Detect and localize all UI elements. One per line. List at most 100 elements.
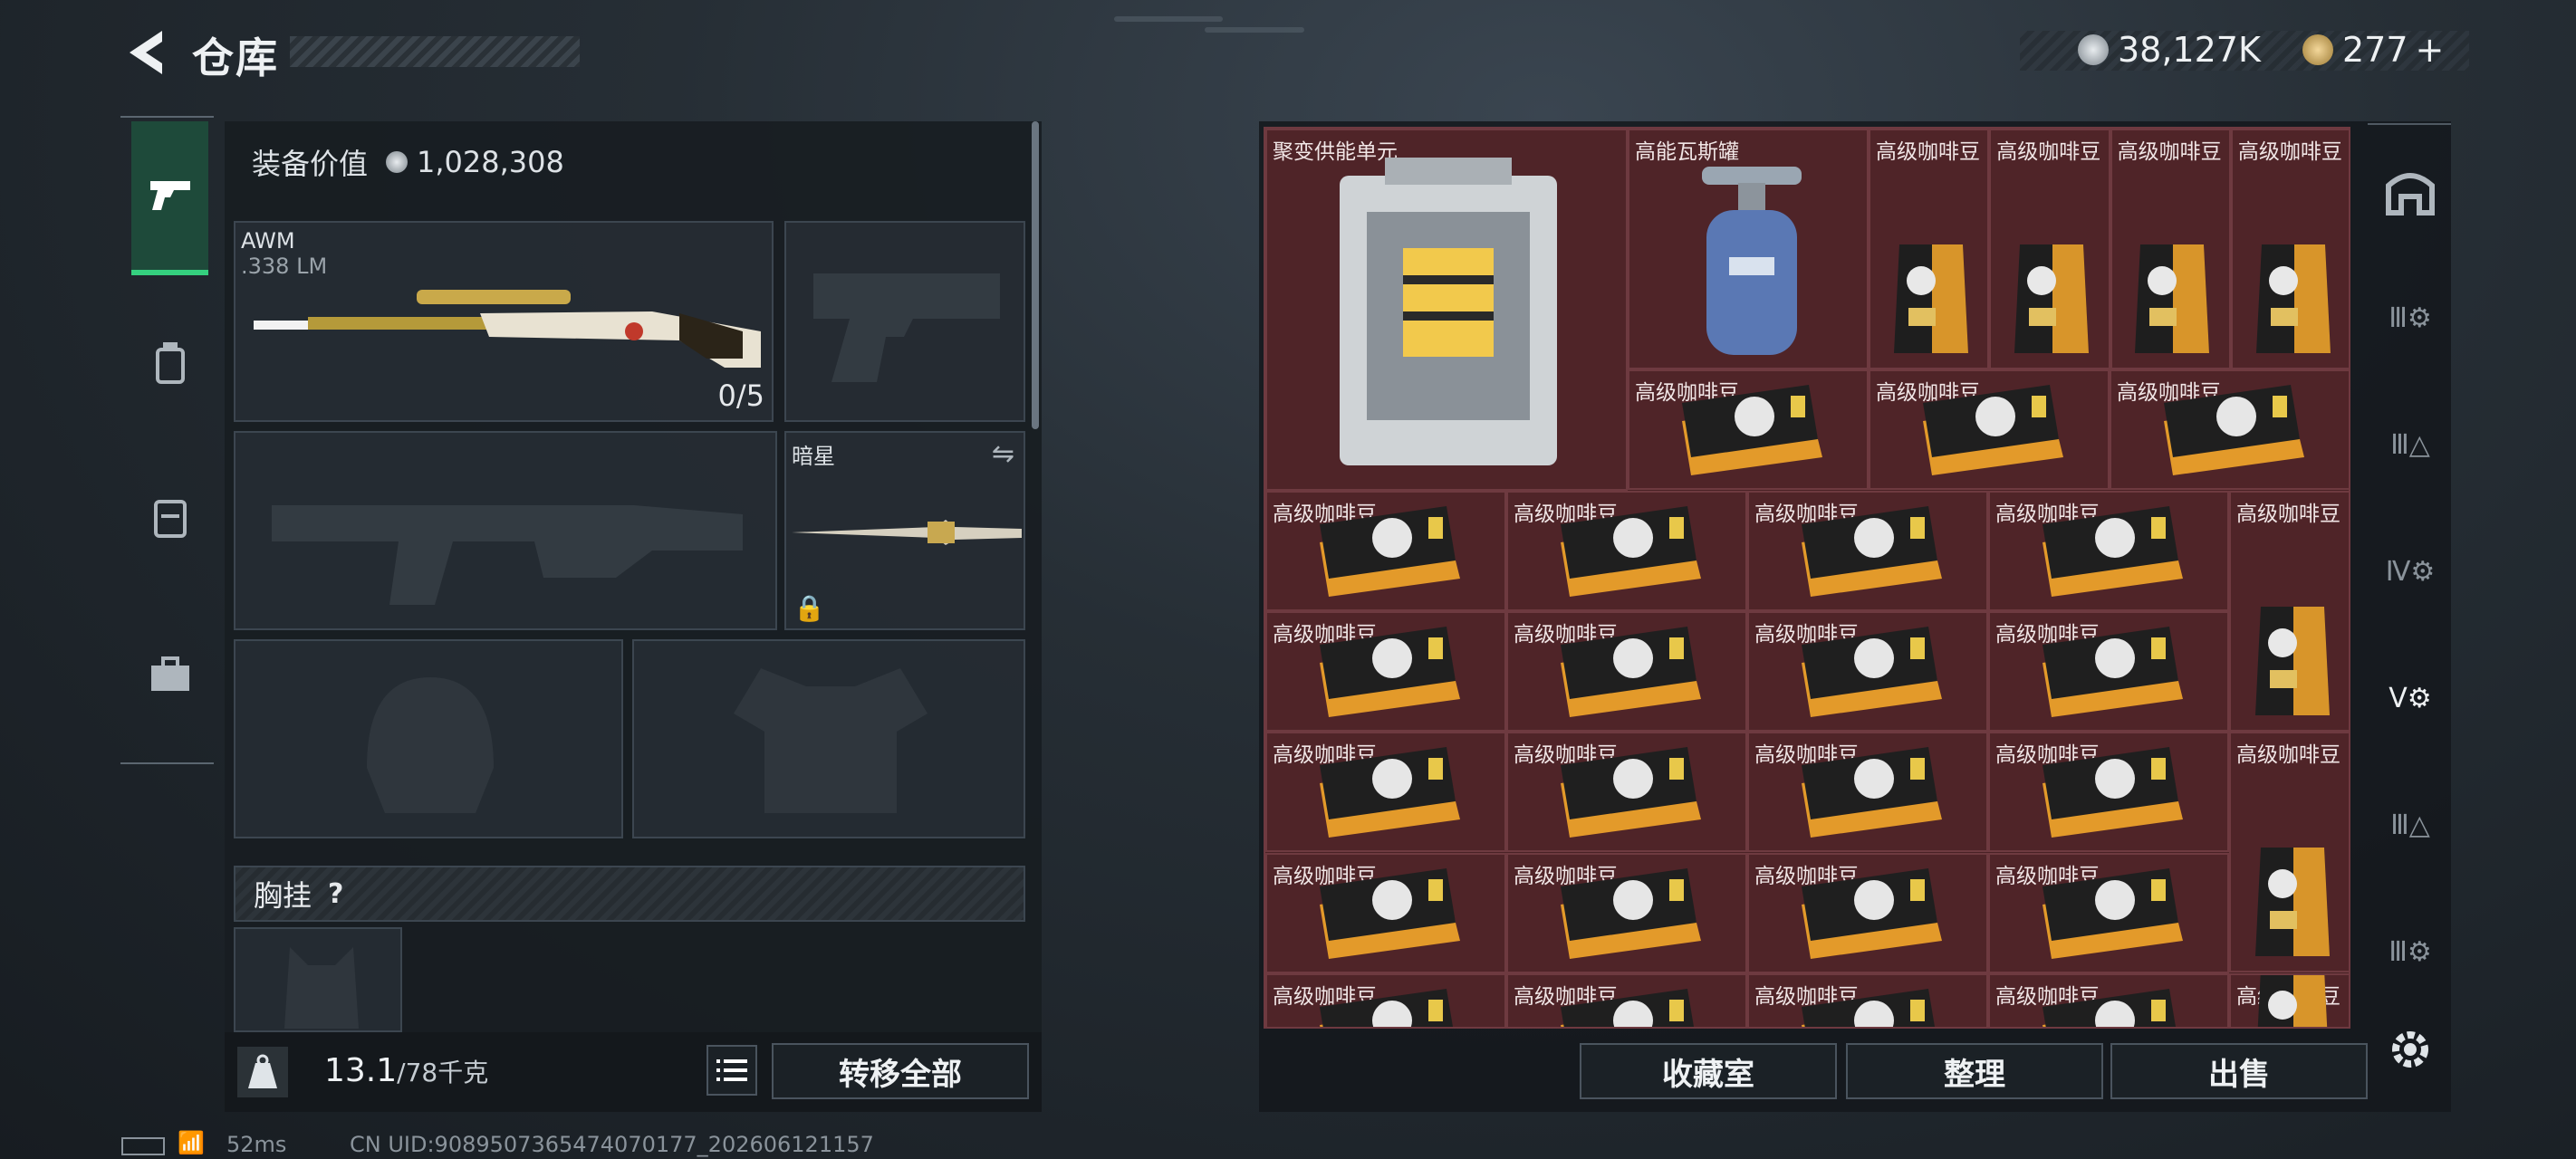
item-coffee-beans[interactable]: 高级咖啡豆: [2110, 369, 2349, 490]
light-streak: [1114, 16, 1223, 22]
add-gold-button[interactable]: +: [2416, 30, 2445, 70]
organize-button[interactable]: 整理: [1846, 1043, 2103, 1099]
coffee-bag-icon: [1890, 235, 1972, 366]
chest-rig-label: 胸挂: [254, 878, 312, 913]
item-coffee-beans[interactable]: 高级咖啡豆: [1869, 129, 1990, 369]
coffee-bag-icon: [2252, 598, 2333, 728]
item-coffee-beans[interactable]: 高级咖啡豆: [2229, 732, 2349, 972]
pistol-silhouette-icon: [813, 273, 1000, 382]
chest-rig-header: 胸挂 ?: [234, 866, 1025, 922]
item-coffee-beans[interactable]: 高级咖啡豆: [1628, 369, 1869, 490]
coffee-bag-icon: [2252, 838, 2333, 969]
gold-coin-icon: [2302, 34, 2333, 65]
item-coffee-beans[interactable]: 高级咖啡豆: [1265, 853, 1506, 973]
item-coffee-beans[interactable]: 高级咖啡豆: [1506, 973, 1747, 1027]
coffee-box-icon: [1793, 506, 1946, 609]
storage-tab-4-icon[interactable]: Ⅳ⚙: [2379, 540, 2442, 603]
coffee-box-icon: [2155, 385, 2309, 488]
coffee-box-icon: [1311, 989, 1465, 1027]
coffee-box-icon: [2033, 747, 2187, 850]
coffee-box-icon: [2033, 868, 2187, 972]
coffee-box-icon: [1793, 868, 1946, 972]
wifi-icon: 📶: [178, 1130, 205, 1155]
item-coffee-beans[interactable]: 高级咖啡豆: [1988, 491, 2229, 611]
item-coffee-beans[interactable]: 高级咖啡豆: [2230, 129, 2349, 369]
melee-slot[interactable]: 暗星 ⇋ 🔒: [784, 431, 1025, 630]
item-coffee-beans[interactable]: 高级咖啡豆: [1747, 732, 1988, 852]
ammo-count: 0/5: [717, 378, 765, 413]
coffee-box-icon: [1914, 385, 2068, 488]
equipment-value: 装备价值 1,028,308: [252, 141, 564, 183]
sell-button[interactable]: 出售: [2110, 1043, 2368, 1099]
item-coffee-beans[interactable]: 高级咖啡豆: [1988, 732, 2229, 852]
coffee-box-icon: [1311, 506, 1465, 609]
tab-gear[interactable]: [131, 286, 208, 440]
item-coffee-beans[interactable]: 高级咖啡豆: [1988, 973, 2229, 1027]
silver-coin-icon: [386, 151, 409, 173]
chest-rig-slot[interactable]: [234, 927, 402, 1032]
storage-tab-3-icon[interactable]: Ⅲ△: [2379, 413, 2442, 476]
item-coffee-beans[interactable]: 高级咖啡豆: [2110, 129, 2231, 369]
weapon-name: AWM: [241, 228, 295, 254]
item-coffee-beans[interactable]: 高级咖啡豆: [1989, 129, 2110, 369]
item-coffee-beans[interactable]: 高级咖啡豆: [1747, 973, 1988, 1027]
item-fusion-unit[interactable]: 聚变供能单元: [1265, 129, 1628, 491]
coffee-box-icon: [1673, 385, 1827, 488]
vest-silhouette-icon: [734, 668, 928, 813]
settings-gear-icon[interactable]: [2379, 1018, 2442, 1081]
storage-tab-1-icon[interactable]: [2379, 159, 2442, 223]
battery-icon: [121, 1137, 165, 1155]
transfer-all-button[interactable]: 转移全部: [772, 1043, 1029, 1099]
list-view-button[interactable]: [706, 1045, 757, 1096]
item-coffee-beans[interactable]: 高级咖啡豆: [1506, 491, 1747, 611]
item-coffee-beans[interactable]: 高级咖啡豆: [1506, 611, 1747, 732]
list-icon: [716, 1059, 747, 1081]
item-coffee-beans[interactable]: 高级咖啡豆: [1265, 973, 1506, 1027]
item-coffee-beans[interactable]: 高级咖啡豆: [1869, 369, 2110, 490]
storage-grid[interactable]: 聚变供能单元 高能瓦斯罐 高级咖啡豆 高级咖啡豆 高级咖啡豆 高级咖啡豆 高级咖啡豆 高级…: [1264, 127, 2350, 1029]
item-coffee-beans[interactable]: 高级咖啡豆: [1506, 853, 1747, 973]
coffee-box-icon: [1552, 868, 1706, 972]
primary-weapon-slot[interactable]: AWM .338 LM 0/5: [234, 221, 774, 422]
collection-room-button[interactable]: 收藏室: [1580, 1043, 1837, 1099]
item-coffee-beans[interactable]: 高级咖啡豆: [1747, 491, 1988, 611]
equipment-value-amount: 1,028,308: [417, 145, 564, 179]
helmet-silhouette-icon: [367, 677, 494, 813]
silver-currency: 38,127K: [2078, 27, 2261, 72]
tab-weapons[interactable]: [131, 121, 208, 275]
coffee-box-icon: [1552, 627, 1706, 730]
item-coffee-beans[interactable]: 高级咖啡豆: [2229, 973, 2349, 1027]
armor-slot[interactable]: [632, 639, 1025, 838]
storage-tab-2-icon[interactable]: Ⅲ⚙: [2379, 286, 2442, 350]
storage-tab-5-icon[interactable]: Ⅴ⚙: [2379, 666, 2442, 730]
helmet-slot[interactable]: [234, 639, 623, 838]
tab-toolbox[interactable]: [131, 598, 208, 752]
coffee-box-icon: [1793, 627, 1946, 730]
item-coffee-beans[interactable]: 高级咖啡豆: [1988, 611, 2229, 732]
item-coffee-beans[interactable]: 高级咖啡豆: [1988, 853, 2229, 973]
item-coffee-beans[interactable]: 高级咖啡豆: [1747, 611, 1988, 732]
storage-tab-7-icon[interactable]: Ⅲ⚙: [2379, 920, 2442, 983]
tab-backpack[interactable]: [131, 440, 208, 594]
equipment-scrollbar[interactable]: [1032, 121, 1039, 429]
item-coffee-beans[interactable]: 高级咖啡豆: [1747, 853, 1988, 973]
gold-amount: 277: [2342, 30, 2408, 70]
back-icon[interactable]: [122, 27, 168, 78]
secondary-weapon-slot[interactable]: [784, 221, 1025, 422]
item-label: 高级咖啡豆: [2237, 140, 2342, 164]
item-coffee-beans[interactable]: 高级咖啡豆: [1265, 732, 1506, 852]
chest-rig-help-button[interactable]: ?: [328, 878, 343, 910]
sniper-rifle-icon: [254, 290, 761, 368]
item-coffee-beans[interactable]: 高级咖啡豆: [1265, 491, 1506, 611]
item-gas-canister[interactable]: 高能瓦斯罐: [1628, 129, 1869, 369]
rifle-silhouette-icon: [272, 505, 743, 605]
rifle-slot[interactable]: [234, 431, 777, 630]
storage-tab-6-icon[interactable]: Ⅲ△: [2379, 793, 2442, 857]
item-coffee-beans[interactable]: 高级咖啡豆: [1265, 611, 1506, 732]
gold-currency[interactable]: 277 +: [2302, 27, 2444, 72]
swap-icon[interactable]: ⇋: [992, 438, 1014, 470]
item-coffee-beans[interactable]: 高级咖啡豆: [1506, 732, 1747, 852]
coffee-box-icon: [1311, 747, 1465, 850]
pistol-icon: [149, 181, 190, 210]
item-coffee-beans[interactable]: 高级咖啡豆: [2229, 491, 2349, 732]
